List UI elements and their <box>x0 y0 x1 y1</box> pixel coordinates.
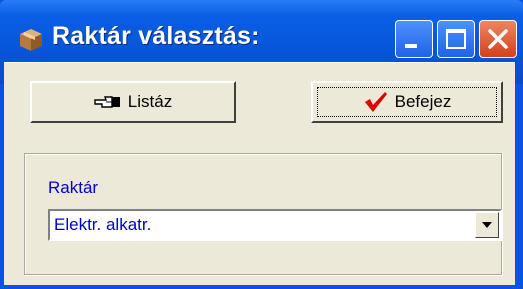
close-button[interactable] <box>479 20 517 58</box>
maximize-icon <box>446 29 466 49</box>
warehouse-select[interactable]: Elektr. alkatr. <box>48 209 502 241</box>
minimize-button[interactable] <box>395 20 433 58</box>
dialog-window: Raktár választás: Listáz Befejez Raktár … <box>0 0 523 289</box>
window-title: Raktár választás: <box>52 22 260 50</box>
dialog-body: Listáz Befejez Raktár Elektr. alkatr. <box>4 62 515 285</box>
focus-rectangle <box>317 87 497 117</box>
list-button-label: Listáz <box>127 92 173 111</box>
close-icon <box>488 29 508 49</box>
dropdown-button[interactable] <box>475 212 499 238</box>
finish-button[interactable]: Befejez <box>311 81 503 123</box>
pointing-hand-icon <box>94 96 120 108</box>
warehouse-select-value: Elektr. alkatr. <box>54 215 152 234</box>
chevron-down-icon <box>482 222 492 228</box>
package-icon <box>20 29 42 51</box>
warehouse-label: Raktár <box>48 178 99 197</box>
list-button[interactable]: Listáz <box>30 81 236 123</box>
minimize-icon <box>405 44 417 48</box>
maximize-button[interactable] <box>437 20 475 58</box>
